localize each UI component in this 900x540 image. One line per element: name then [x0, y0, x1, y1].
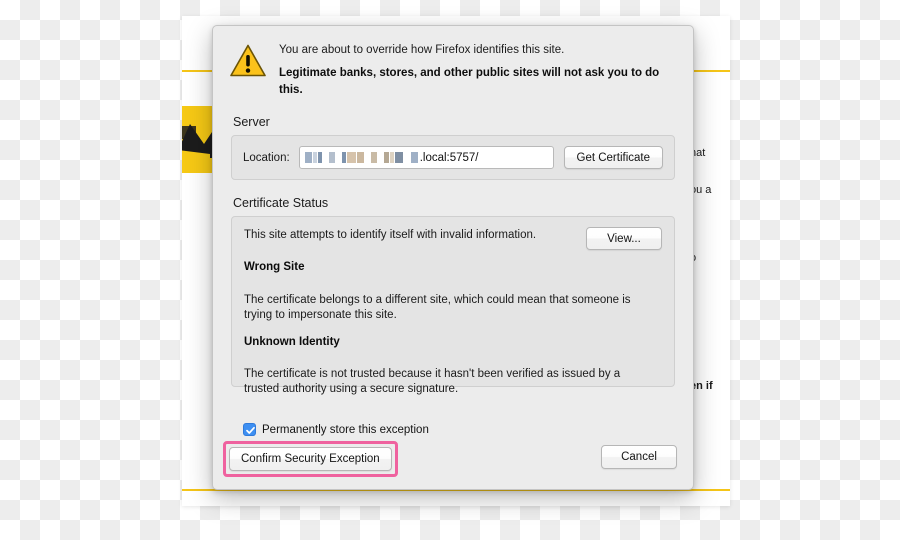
certificate-status-section-title: Certificate Status — [233, 196, 329, 210]
security-exception-dialog: You are about to override how Firefox id… — [212, 25, 694, 490]
certificate-status-box: This site attempts to identify itself wi… — [231, 216, 675, 395]
screenshot-canvas: hat ou a o en if You are about to overri… — [0, 0, 900, 540]
dialog-footer: Confirm Security Exception Cancel — [213, 431, 693, 489]
certificate-summary: This site attempts to identify itself wi… — [244, 229, 537, 241]
certificate-issue-body: The certificate is not trusted because i… — [244, 368, 621, 395]
cancel-button[interactable]: Cancel — [601, 445, 677, 469]
dialog-header: You are about to override how Firefox id… — [213, 26, 693, 99]
location-input[interactable]: .local:5757/ — [298, 146, 554, 169]
get-certificate-button[interactable]: Get Certificate — [563, 146, 663, 169]
confirm-button-highlight: Confirm Security Exception — [223, 441, 398, 477]
background-text-fragment: o — [690, 252, 730, 265]
dialog-header-text: You are about to override how Firefox id… — [279, 41, 675, 99]
view-certificate-button[interactable]: View... — [586, 227, 662, 250]
background-text-fragment: hat — [690, 147, 706, 159]
server-box: Location: .local:5757/ Get Certificate — [231, 135, 675, 180]
dialog-header-line-2: Legitimate banks, stores, and other publ… — [279, 67, 660, 96]
redacted-hostname — [304, 151, 419, 164]
certificate-issue-heading: Wrong Site — [244, 261, 305, 273]
location-label: Location: — [243, 151, 290, 164]
confirm-security-exception-button[interactable]: Confirm Security Exception — [229, 447, 392, 471]
location-value-tail: .local:5757/ — [419, 151, 479, 164]
server-section-title: Server — [233, 115, 270, 129]
server-group: Server Location: .local:5757/ Get Certif… — [213, 115, 693, 180]
background-text-fragment: en if — [690, 380, 713, 392]
certificate-status-group: Certificate Status This site attempts to… — [213, 196, 693, 395]
warning-triangle-icon — [229, 43, 267, 79]
background-text-fragment: ou a — [690, 184, 712, 196]
certificate-issue-body: The certificate belongs to a different s… — [244, 294, 631, 321]
certificate-issue-heading: Unknown Identity — [244, 336, 340, 348]
dialog-header-line-1: You are about to override how Firefox id… — [279, 44, 565, 56]
